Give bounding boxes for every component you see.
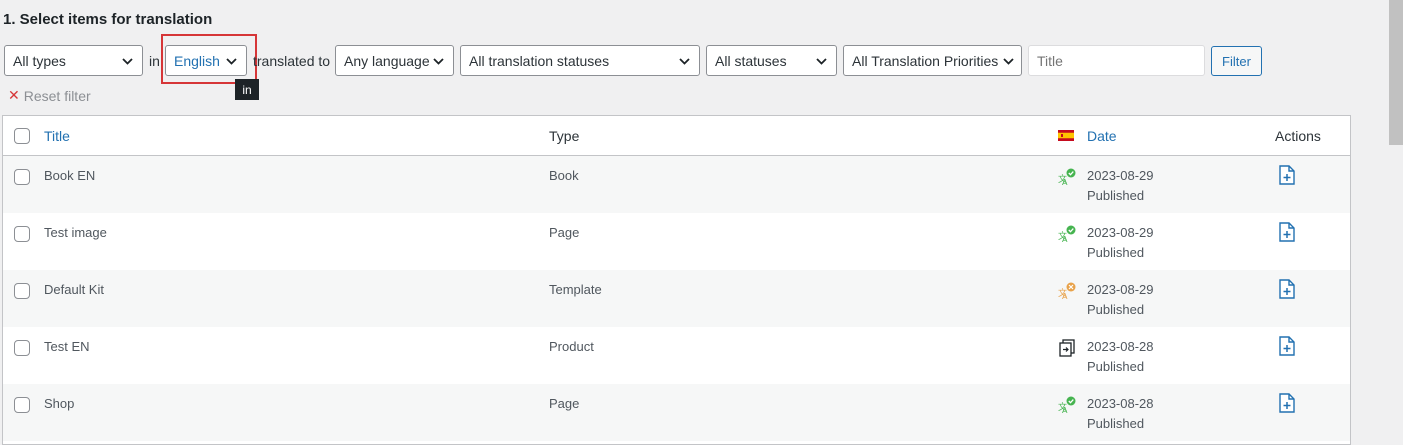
status-value: All statuses: [715, 52, 787, 69]
row-type: Book: [549, 168, 579, 183]
date-column-header[interactable]: Date: [1087, 128, 1117, 144]
type-filter-value: All types: [13, 52, 66, 69]
table-row: Default Kit Template 文 A 2023-08-29 Publ…: [3, 270, 1350, 327]
translation-needs-update-icon[interactable]: 文 A: [1058, 282, 1076, 300]
row-checkbox[interactable]: [14, 397, 30, 413]
translation-complete-icon[interactable]: 文 A: [1058, 225, 1076, 243]
title-search-input[interactable]: [1028, 45, 1205, 76]
add-translation-icon[interactable]: [1278, 336, 1296, 356]
filter-button[interactable]: Filter: [1211, 46, 1262, 76]
translation-complete-icon[interactable]: 文 A: [1058, 168, 1076, 186]
type-filter-select[interactable]: All types: [4, 45, 143, 76]
row-type: Product: [549, 339, 594, 354]
translation-status-value: All translation statuses: [469, 52, 610, 69]
add-translation-icon[interactable]: [1278, 222, 1296, 242]
chevron-down-icon: [816, 58, 827, 65]
row-status: Published: [1087, 188, 1145, 203]
scrollbar-thumb[interactable]: [1389, 0, 1403, 145]
title-column-header[interactable]: Title: [44, 128, 70, 144]
translation-complete-icon[interactable]: 文 A: [1058, 396, 1076, 414]
row-checkbox[interactable]: [14, 283, 30, 299]
table-header: Title Type Date Actions: [3, 116, 1350, 156]
row-date: 2023-08-28: [1087, 339, 1154, 354]
duplicate-icon[interactable]: [1058, 339, 1076, 357]
row-date: 2023-08-29: [1087, 168, 1154, 183]
row-date: 2023-08-29: [1087, 225, 1154, 240]
status-select[interactable]: All statuses: [706, 45, 837, 76]
table-row: Shop Page 文 A 2023-08-28 Published: [3, 384, 1350, 441]
row-status: Published: [1087, 359, 1145, 374]
add-translation-icon[interactable]: [1278, 393, 1296, 413]
row-title: Default Kit: [44, 282, 104, 297]
translated-to-label: translated to: [253, 53, 331, 69]
reset-filter-link[interactable]: ✕ Reset filter: [8, 87, 91, 104]
type-column-header: Type: [549, 128, 580, 144]
row-status: Published: [1087, 416, 1145, 431]
add-translation-icon[interactable]: [1278, 279, 1296, 299]
row-date: 2023-08-28: [1087, 396, 1154, 411]
row-checkbox[interactable]: [14, 340, 30, 356]
row-type: Page: [549, 396, 580, 411]
priority-value: All Translation Priorities: [852, 52, 999, 69]
translation-status-select[interactable]: All translation statuses: [460, 45, 700, 76]
target-language-select[interactable]: Any language: [335, 45, 454, 76]
svg-text:A: A: [1062, 292, 1068, 300]
reset-filter-label: Reset filter: [23, 87, 91, 104]
svg-text:A: A: [1062, 178, 1068, 186]
row-status: Published: [1087, 302, 1145, 317]
table-row: Test EN Product 2023-08-28 Published: [3, 327, 1350, 384]
svg-text:A: A: [1062, 406, 1068, 414]
chevron-down-icon: [226, 58, 237, 65]
chevron-down-icon: [1003, 58, 1014, 65]
section-title: 1. Select items for translation: [3, 11, 213, 28]
row-title: Book EN: [44, 168, 96, 183]
tooltip: in: [235, 79, 259, 100]
spanish-flag-icon: [1058, 130, 1074, 141]
table-row: Test image Page 文 A 2023-08-29 Published: [3, 213, 1350, 270]
select-all-checkbox[interactable]: [14, 128, 30, 144]
row-checkbox[interactable]: [14, 226, 30, 242]
source-language-value: English: [174, 52, 220, 69]
priority-select[interactable]: All Translation Priorities: [843, 45, 1022, 76]
row-title: Shop: [44, 396, 75, 411]
row-type: Page: [549, 225, 580, 240]
row-title: Test image: [44, 225, 107, 240]
chevron-down-icon: [122, 58, 133, 65]
row-type: Template: [549, 282, 602, 297]
row-status: Published: [1087, 245, 1145, 260]
table-row: Book EN Book 文 A 2023-08-29 Published: [3, 156, 1350, 213]
in-label: in: [149, 53, 160, 69]
row-title: Test EN: [44, 339, 90, 354]
page: 1. Select items for translation All type…: [0, 0, 1363, 445]
row-date: 2023-08-29: [1087, 282, 1154, 297]
svg-text:A: A: [1062, 235, 1068, 243]
actions-column-header: Actions: [1275, 128, 1321, 144]
source-language-select[interactable]: English: [165, 45, 247, 76]
chevron-down-icon: [679, 58, 690, 65]
add-translation-icon[interactable]: [1278, 165, 1296, 185]
close-icon: ✕: [8, 87, 20, 103]
chevron-down-icon: [433, 58, 444, 65]
row-checkbox[interactable]: [14, 169, 30, 185]
items-table: Title Type Date Actions Book EN Book 文 A…: [2, 115, 1351, 445]
target-language-value: Any language: [344, 52, 430, 69]
